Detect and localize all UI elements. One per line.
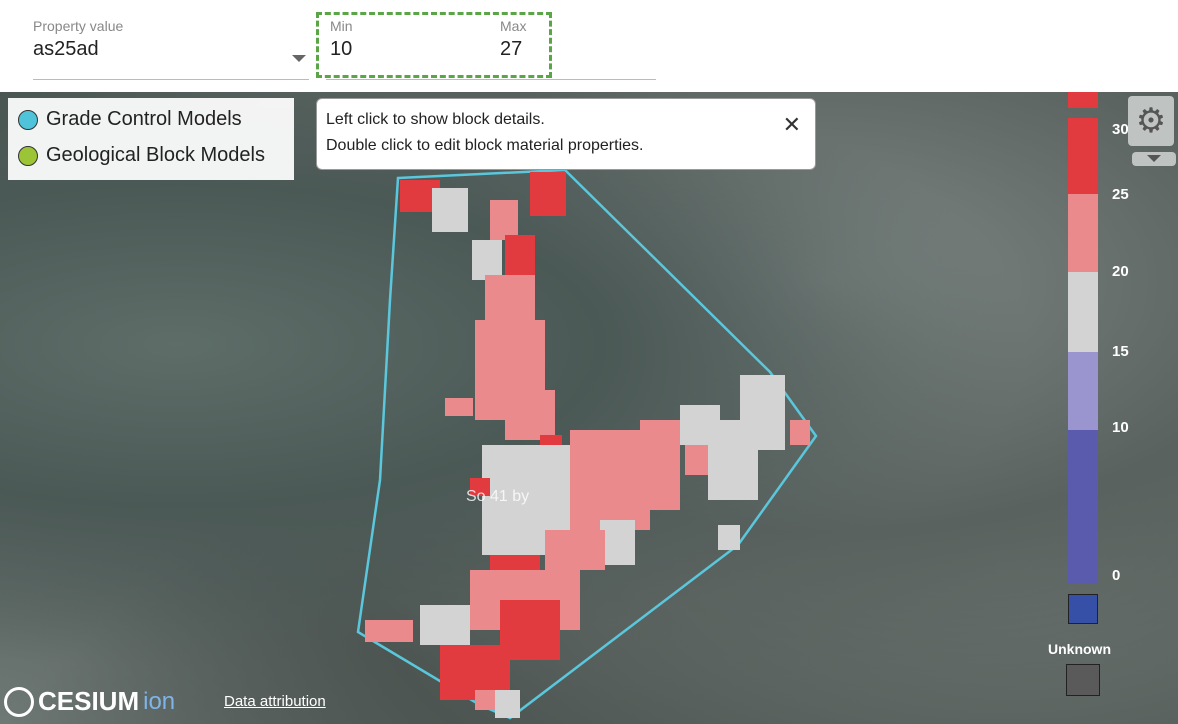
block-cell[interactable] <box>545 530 605 570</box>
chevron-down-icon[interactable] <box>1132 152 1176 166</box>
property-underline <box>33 79 309 80</box>
block-cell[interactable] <box>570 430 650 530</box>
block-cell[interactable] <box>505 390 555 440</box>
scale-segment-deepblue <box>1068 594 1098 624</box>
scale-segment-red <box>1068 118 1098 194</box>
geological-block-dot-icon <box>18 145 38 166</box>
tooltip-line-2: Double click to edit block material prop… <box>326 137 644 154</box>
scale-segment-blue <box>1068 430 1098 584</box>
gear-icon[interactable]: ⚙ <box>1128 96 1174 146</box>
block-cell[interactable] <box>420 605 470 645</box>
data-attribution-link[interactable]: Data attribution <box>224 693 326 710</box>
scale-segment-grey <box>1068 272 1098 352</box>
block-cell[interactable] <box>740 375 785 450</box>
block-cell[interactable] <box>600 520 635 565</box>
brand-name: CESIUM <box>38 686 140 716</box>
unknown-label: Unknown <box>1048 641 1111 657</box>
scale-tick: 15 <box>1112 343 1129 360</box>
legend-label: Grade Control Models <box>46 108 242 130</box>
minmax-highlight <box>316 12 552 78</box>
block-cells[interactable] <box>365 172 810 718</box>
block-cell[interactable] <box>640 420 680 510</box>
dropdown-caret-icon[interactable] <box>292 55 306 62</box>
block-cell[interactable] <box>490 200 518 240</box>
cesium-logo: CESIUM ion <box>4 686 175 717</box>
legend-item-geological-block[interactable]: Geological Block Models <box>18 144 265 167</box>
block-cell[interactable] <box>718 525 740 550</box>
scale-tick: 10 <box>1112 419 1129 436</box>
grade-control-dot-icon <box>18 109 38 130</box>
block-cell[interactable] <box>472 240 502 280</box>
scale-segment-red-top <box>1068 92 1098 108</box>
legend-item-grade-control[interactable]: Grade Control Models <box>18 108 242 131</box>
scale-tick: 30 <box>1112 121 1129 138</box>
cesium-logo-icon <box>4 686 34 717</box>
block-cell[interactable] <box>495 690 520 718</box>
scale-tick: 0 <box>1112 567 1121 584</box>
close-icon[interactable]: ✕ <box>783 112 801 138</box>
property-value-label: Property value <box>33 18 124 34</box>
property-value-select[interactable]: Property value as25ad <box>33 18 123 61</box>
property-value-selected[interactable]: as25ad <box>33 38 123 61</box>
block-cell[interactable] <box>790 420 810 445</box>
block-model-overlay[interactable] <box>0 92 1178 724</box>
model-legend: Grade Control Models Geological Block Mo… <box>8 98 294 180</box>
hint-tooltip: Left click to show block details. Double… <box>316 98 816 170</box>
block-cell[interactable] <box>365 620 413 642</box>
tooltip-line-1: Left click to show block details. <box>326 111 545 128</box>
map-viewport[interactable]: So 41 by <box>0 92 1178 724</box>
scale-segment-lavender <box>1068 352 1098 430</box>
scale-segment-pink <box>1068 194 1098 272</box>
brand-suffix: ion <box>143 687 176 715</box>
unknown-swatch <box>1066 664 1100 696</box>
toolbar: Property value as25ad Min 10 Max 27 <box>0 0 1178 92</box>
block-cell[interactable] <box>445 398 473 416</box>
color-scale-bar <box>1068 92 1098 632</box>
scale-tick: 20 <box>1112 263 1129 280</box>
block-cell[interactable] <box>432 188 468 232</box>
block-cell[interactable] <box>505 235 535 275</box>
map-place-label: So 41 by <box>466 488 530 505</box>
legend-label: Geological Block Models <box>46 144 265 166</box>
minmax-underline <box>326 79 656 80</box>
block-cell[interactable] <box>530 172 566 216</box>
scale-tick: 25 <box>1112 186 1129 203</box>
